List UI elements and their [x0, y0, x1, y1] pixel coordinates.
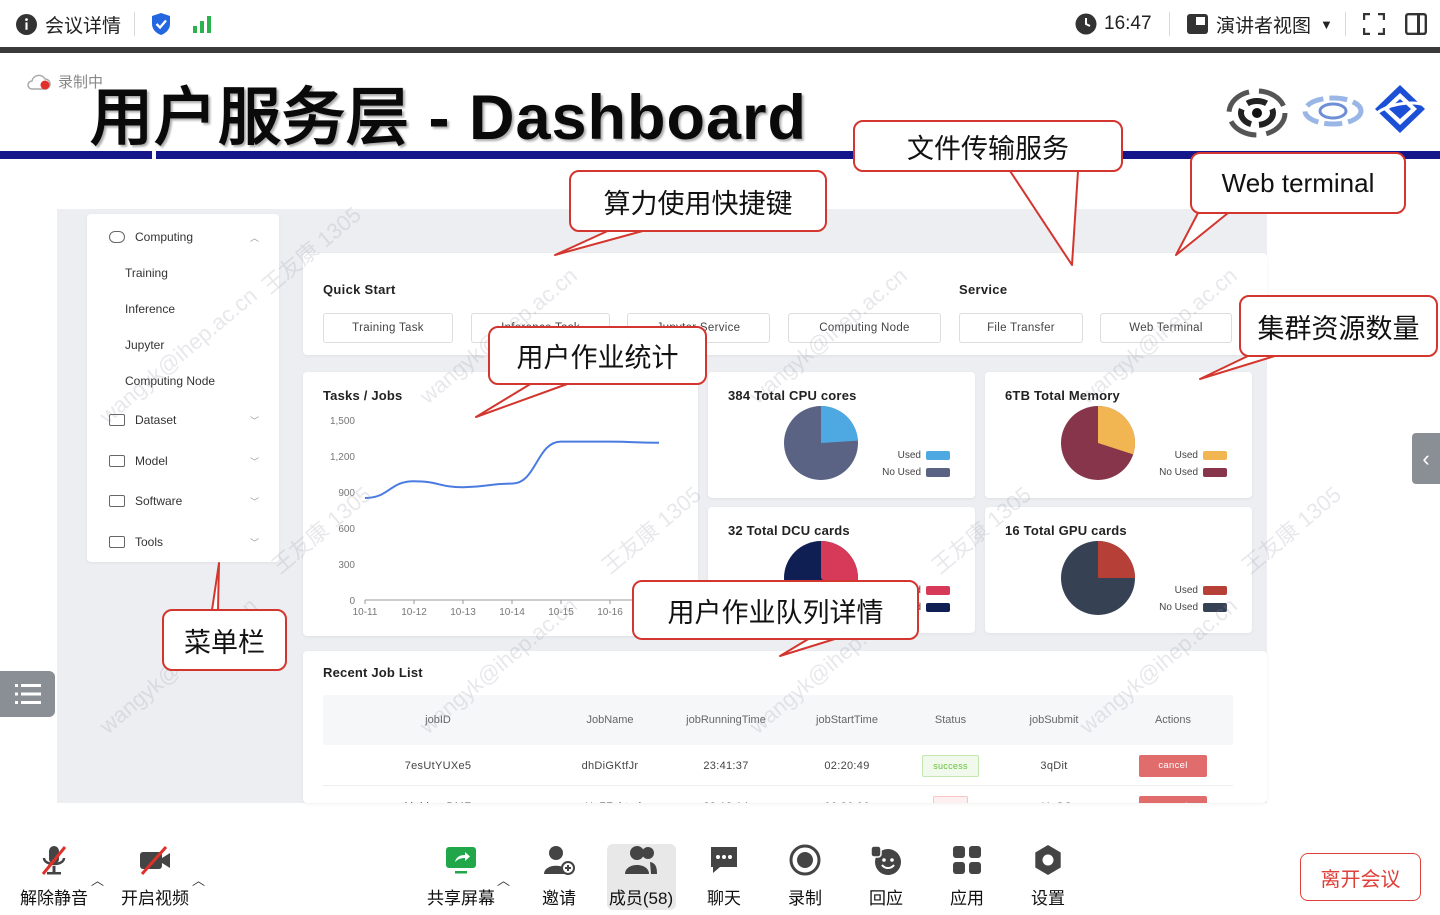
- leave-meeting-button[interactable]: 离开会议: [1300, 853, 1421, 901]
- apps-grid-icon: [953, 846, 981, 874]
- invite-button[interactable]: 邀请: [519, 844, 599, 909]
- settings-label: 设置: [1031, 889, 1065, 908]
- share-screen-label: 共享屏幕: [427, 889, 495, 908]
- start-video-label: 开启视频: [121, 889, 189, 908]
- chat-bubble-icon: [711, 847, 737, 873]
- meeting-clock: 16:47: [1075, 0, 1152, 48]
- signal-strength-icon[interactable]: [192, 0, 214, 48]
- record-label: 录制: [788, 889, 822, 908]
- video-off-icon: [140, 846, 170, 875]
- meeting-info-button[interactable]: 会议详情: [16, 0, 121, 48]
- layout-icon: [1187, 14, 1208, 34]
- settings-button[interactable]: 设置: [1008, 844, 1088, 909]
- view-mode-dropdown[interactable]: 演讲者视图 ▼: [1187, 0, 1333, 48]
- meeting-control-bar: 解除静音 ︿ 开启视频 ︿ 共享屏幕 ︿ 邀请 成员(58) 聊天 录制 回应 …: [0, 830, 1440, 915]
- security-shield-icon[interactable]: [150, 0, 172, 48]
- microphone-muted-icon: [41, 846, 67, 875]
- unmute-button[interactable]: 解除静音: [14, 844, 94, 909]
- slide-list-button[interactable]: [0, 671, 55, 717]
- apps-button[interactable]: 应用: [927, 844, 1007, 909]
- callout-web-terminal: Web terminal: [1190, 152, 1406, 214]
- gear-icon: [1035, 845, 1061, 875]
- invite-user-icon: [544, 846, 575, 875]
- video-options-caret-icon[interactable]: ︿: [192, 870, 205, 889]
- meeting-top-bar: 会议详情 16:47 演讲者视图 ▼: [0, 0, 1440, 48]
- share-options-caret-icon[interactable]: ︿: [497, 870, 510, 889]
- sidebar-panel-icon: [1405, 13, 1427, 35]
- chat-label: 聊天: [707, 889, 741, 908]
- callout-file-transfer: 文件传输服务: [853, 120, 1123, 172]
- list-icon: [14, 684, 41, 704]
- meeting-info-label: 会议详情: [45, 15, 122, 37]
- record-button[interactable]: 录制: [765, 844, 845, 909]
- reaction-emoji-icon: [870, 845, 901, 875]
- fullscreen-button[interactable]: [1363, 0, 1385, 48]
- start-video-button[interactable]: 开启视频: [115, 844, 195, 909]
- audio-options-caret-icon[interactable]: ︿: [91, 870, 104, 889]
- view-mode-label: 演讲者视图: [1216, 15, 1312, 37]
- callout-compute-shortcut: 算力使用快捷键: [569, 170, 827, 232]
- info-icon: [16, 13, 37, 35]
- fullscreen-icon: [1363, 13, 1385, 35]
- react-label: 回应: [869, 889, 903, 908]
- shared-slide: 录制中 用户服务层 - Dashboard Computing ︿ Traini…: [0, 53, 1440, 830]
- callout-menu-bar: 菜单栏: [162, 609, 287, 671]
- chat-button[interactable]: 聊天: [684, 844, 764, 909]
- chevron-down-icon: ▼: [1320, 16, 1333, 32]
- apps-label: 应用: [950, 889, 984, 908]
- expand-panel-button[interactable]: ‹: [1412, 433, 1440, 484]
- members-button[interactable]: 成员(58): [601, 844, 681, 909]
- share-screen-icon: [446, 847, 476, 874]
- members-label: 成员(58): [608, 889, 674, 908]
- unmute-label: 解除静音: [20, 889, 88, 908]
- chevron-left-icon: ‹: [1422, 445, 1430, 471]
- callout-job-stats: 用户作业统计: [488, 326, 707, 385]
- callout-cluster-resources: 集群资源数量: [1239, 295, 1438, 357]
- react-button[interactable]: 回应: [846, 844, 926, 909]
- record-icon: [789, 844, 821, 876]
- invite-label: 邀请: [542, 889, 576, 908]
- window-toggle-button[interactable]: [1405, 0, 1427, 48]
- share-screen-button[interactable]: 共享屏幕: [421, 844, 501, 909]
- time-label: 16:47: [1104, 13, 1152, 34]
- members-icon: [625, 846, 657, 874]
- callout-job-queue: 用户作业队列详情: [632, 580, 919, 640]
- clock-icon: [1075, 13, 1097, 35]
